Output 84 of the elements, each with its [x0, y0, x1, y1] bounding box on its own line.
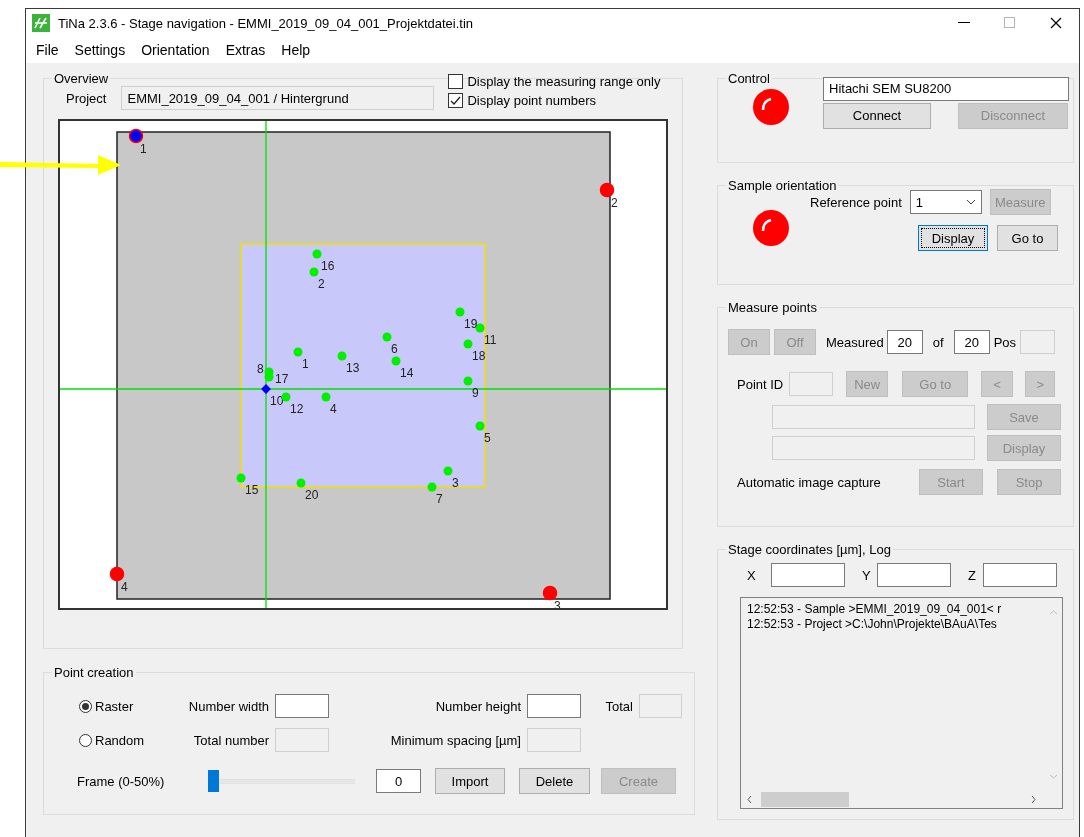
point-label: 9 — [472, 386, 479, 400]
point-label: 3 — [554, 599, 561, 610]
project-field[interactable]: EMMI_2019_09_04_001 / Hintergrund — [121, 86, 435, 110]
field-label: Project — [66, 90, 107, 106]
checkbox-label: Display the measuring range only — [467, 74, 661, 89]
field-label: Automatic image capture — [737, 474, 882, 490]
point-label: 2 — [611, 196, 618, 210]
field-label: Total number — [192, 732, 269, 748]
chevron-left-icon — [747, 795, 752, 804]
field-label: Total — [604, 698, 633, 714]
close-icon — [1050, 17, 1062, 29]
coordinate-field[interactable] — [983, 563, 1057, 587]
button[interactable]: Go to — [997, 225, 1058, 251]
axis-label: X — [747, 567, 757, 583]
group-title: Overview — [53, 71, 110, 86]
chevron-up-icon — [1049, 610, 1058, 615]
field-label: Number height — [434, 698, 521, 714]
count-field[interactable]: 20 — [953, 330, 990, 354]
point-label: 12 — [290, 402, 304, 416]
point-label: 2 — [318, 277, 325, 291]
log-line: 12:52:53 - Sample >EMMI_2019_09_04_001< r — [747, 602, 1003, 617]
axis-label: Z — [968, 567, 977, 583]
value-field[interactable]: 0 — [376, 769, 421, 793]
group-title: Stage coordinates [µm], Log — [727, 542, 892, 557]
button[interactable]: Delete — [519, 768, 590, 794]
point-label: 4 — [121, 580, 128, 594]
button[interactable]: Connect — [823, 102, 931, 129]
minimize-icon — [958, 22, 970, 24]
point-label: 16 — [321, 259, 335, 273]
menu-item[interactable]: Orientation — [133, 42, 218, 58]
menu-item[interactable]: Settings — [66, 42, 134, 58]
chevron-down-icon — [1049, 774, 1058, 779]
device-field[interactable]: Hitachi SEM SU8200 — [823, 76, 1069, 101]
slider-thumb[interactable] — [208, 770, 219, 792]
checkbox[interactable] — [448, 93, 464, 108]
checkbox[interactable] — [448, 74, 464, 89]
point-label: 19 — [464, 317, 478, 331]
count-field[interactable]: 20 — [886, 330, 923, 354]
group-title: Point creation — [53, 665, 135, 680]
button[interactable]: Import — [435, 768, 505, 794]
window-title: TiNa 2.3.6 - Stage navigation - EMMI_2019_09_04_001_Projektdatei.tin — [58, 15, 475, 31]
field-label: of — [932, 334, 944, 350]
reference-dropdown[interactable]: 1 — [909, 190, 982, 214]
point-label: 6 — [391, 342, 398, 356]
field-label: Number width — [187, 698, 269, 714]
scrollbar-thumb[interactable] — [761, 792, 849, 807]
coordinate-field[interactable] — [771, 563, 845, 587]
point-label: 1 — [302, 357, 309, 371]
menu-item[interactable]: Extras — [217, 42, 274, 58]
point-label: 20 — [305, 488, 319, 502]
menu-item[interactable]: File — [28, 42, 67, 58]
field-label: Minimum spacing [µm] — [389, 732, 521, 748]
button[interactable]: Display — [918, 225, 988, 251]
point-label: 10 — [270, 394, 284, 408]
chevron-right-icon — [1031, 795, 1036, 804]
point-label: 4 — [330, 402, 337, 416]
field-label: Measured — [826, 334, 884, 350]
point-label: 1 — [140, 142, 147, 156]
maximize-icon — [1004, 17, 1016, 29]
group-title: Measure points — [727, 300, 818, 315]
text-field[interactable] — [275, 694, 329, 718]
chevron-down-icon — [965, 199, 976, 205]
point-label: 7 — [436, 492, 443, 506]
coordinate-field[interactable] — [877, 563, 951, 587]
point-label: 8 — [257, 362, 264, 376]
radio-label: Random — [95, 732, 145, 748]
field-label: Point ID — [737, 376, 784, 392]
radio-label: Raster — [95, 698, 134, 714]
menu-item[interactable]: Help — [273, 42, 319, 58]
field-label: Reference point — [810, 194, 902, 210]
app-icon — [32, 14, 50, 32]
radio-button[interactable] — [79, 699, 92, 713]
checkbox-label: Display point numbers — [467, 93, 597, 108]
point-label: 17 — [275, 372, 289, 386]
point-label: 14 — [400, 366, 414, 380]
axis-label: Y — [862, 567, 872, 583]
slider-label: Frame (0-50%) — [77, 773, 166, 789]
point-label: 13 — [346, 361, 360, 375]
radio-button[interactable] — [79, 733, 92, 747]
log-line: 12:52:53 - Project >C:\John\Projekte\BAuA\Tes — [747, 617, 998, 632]
group-title: Sample orientation — [727, 178, 838, 193]
group-title: Control — [727, 71, 771, 86]
text-field[interactable] — [527, 694, 581, 718]
field-label: Pos — [993, 334, 1017, 350]
